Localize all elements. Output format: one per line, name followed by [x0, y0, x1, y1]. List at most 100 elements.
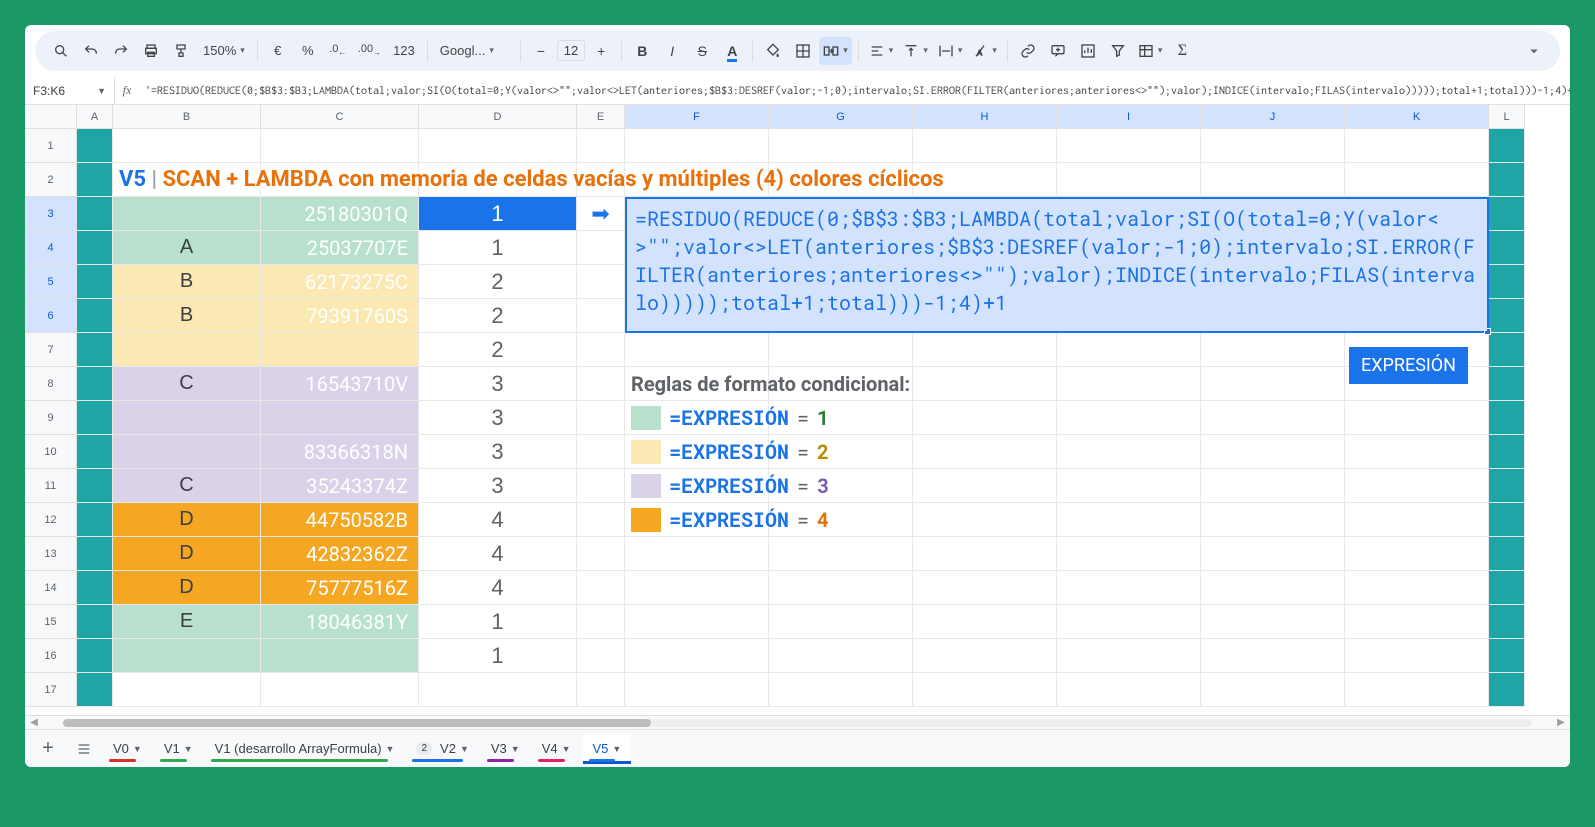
cell-G17[interactable]: [769, 673, 913, 707]
cell-A10[interactable]: [77, 435, 113, 469]
cell-C12[interactable]: 44750582B: [261, 503, 419, 537]
cell-L16[interactable]: [1489, 639, 1525, 673]
cell-G12[interactable]: [769, 503, 913, 537]
cell-L7[interactable]: [1489, 333, 1525, 367]
cell-L11[interactable]: [1489, 469, 1525, 503]
cell-C7[interactable]: [261, 333, 419, 367]
cell-E9[interactable]: [577, 401, 625, 435]
column-header-K[interactable]: K: [1345, 105, 1489, 129]
cell-E10[interactable]: [577, 435, 625, 469]
cell-C10[interactable]: 83366318N: [261, 435, 419, 469]
scroll-left-icon[interactable]: ◀: [25, 717, 43, 728]
cell-H13[interactable]: [913, 537, 1057, 571]
cell-K11[interactable]: [1345, 469, 1489, 503]
cell-F15[interactable]: [625, 605, 769, 639]
cell-G9[interactable]: [769, 401, 913, 435]
cell-D5[interactable]: 2: [419, 265, 577, 299]
cell-J7[interactable]: [1201, 333, 1345, 367]
cell-F1[interactable]: [625, 129, 769, 163]
cell-K2[interactable]: [1345, 163, 1489, 197]
cell-H11[interactable]: [913, 469, 1057, 503]
decrease-decimal-button[interactable]: .0←: [324, 37, 352, 65]
scroll-right-icon[interactable]: ▶: [1552, 717, 1570, 728]
name-box[interactable]: F3:K6 ▼: [25, 77, 115, 104]
scroll-track[interactable]: [63, 719, 1532, 727]
cell-D1[interactable]: [419, 129, 577, 163]
cell-K15[interactable]: [1345, 605, 1489, 639]
link-icon[interactable]: [1014, 37, 1042, 65]
cell-E12[interactable]: [577, 503, 625, 537]
cell-A5[interactable]: [77, 265, 113, 299]
cell-L8[interactable]: [1489, 367, 1525, 401]
cell-L3[interactable]: [1489, 197, 1525, 231]
cell-J1[interactable]: [1201, 129, 1345, 163]
cell-D12[interactable]: 4: [419, 503, 577, 537]
cell-D8[interactable]: 3: [419, 367, 577, 401]
horizontal-scrollbar[interactable]: ◀ ▶: [25, 715, 1570, 729]
cell-E6[interactable]: [577, 299, 625, 333]
cell-L13[interactable]: [1489, 537, 1525, 571]
cell-K9[interactable]: [1345, 401, 1489, 435]
text-color-button[interactable]: A: [718, 37, 746, 65]
cell-J14[interactable]: [1201, 571, 1345, 605]
cell-C6[interactable]: 79391760S: [261, 299, 419, 333]
cell-C9[interactable]: [261, 401, 419, 435]
cell-A2[interactable]: [77, 163, 113, 197]
cell-B12[interactable]: D: [113, 503, 261, 537]
sheet-tab-V1-(desarrollo-ArrayFormula)[interactable]: V1 (desarrollo ArrayFormula) ▼: [205, 734, 405, 764]
cell-D4[interactable]: 1: [419, 231, 577, 265]
cell-G10[interactable]: [769, 435, 913, 469]
cell-H7[interactable]: [913, 333, 1057, 367]
cell-J13[interactable]: [1201, 537, 1345, 571]
cell-C5[interactable]: 62173275C: [261, 265, 419, 299]
table-view-icon[interactable]: [1134, 37, 1167, 65]
cell-B2[interactable]: V5 | SCAN + LAMBDA con memoria de celdas…: [113, 163, 261, 197]
cell-L10[interactable]: [1489, 435, 1525, 469]
cell-B5[interactable]: B: [113, 265, 261, 299]
cell-A4[interactable]: [77, 231, 113, 265]
cell-B10[interactable]: [113, 435, 261, 469]
currency-button[interactable]: €: [264, 37, 292, 65]
decrease-font-button[interactable]: −: [527, 37, 555, 65]
cell-A13[interactable]: [77, 537, 113, 571]
cell-K10[interactable]: [1345, 435, 1489, 469]
cell-B11[interactable]: C: [113, 469, 261, 503]
cell-B17[interactable]: [113, 673, 261, 707]
cell-C13[interactable]: 42832362Z: [261, 537, 419, 571]
cell-H16[interactable]: [913, 639, 1057, 673]
cell-A6[interactable]: [77, 299, 113, 333]
cell-I13[interactable]: [1057, 537, 1201, 571]
cell-B13[interactable]: D: [113, 537, 261, 571]
cell-I12[interactable]: [1057, 503, 1201, 537]
zoom-select[interactable]: 150%: [197, 37, 251, 65]
row-header-5[interactable]: 5: [25, 265, 77, 299]
cell-E15[interactable]: [577, 605, 625, 639]
cell-A3[interactable]: [77, 197, 113, 231]
cell-G13[interactable]: [769, 537, 913, 571]
cell-D11[interactable]: 3: [419, 469, 577, 503]
fill-color-button[interactable]: [759, 37, 787, 65]
wrap-button[interactable]: [934, 37, 967, 65]
cell-A14[interactable]: [77, 571, 113, 605]
print-icon[interactable]: [137, 37, 165, 65]
column-header-I[interactable]: I: [1057, 105, 1201, 129]
halign-button[interactable]: [865, 37, 898, 65]
cell-H9[interactable]: [913, 401, 1057, 435]
cell-L9[interactable]: [1489, 401, 1525, 435]
column-header-D[interactable]: D: [419, 105, 577, 129]
number-format-button[interactable]: 123: [387, 37, 421, 65]
cell-A7[interactable]: [77, 333, 113, 367]
cell-H8[interactable]: [913, 367, 1057, 401]
cell-E13[interactable]: [577, 537, 625, 571]
row-header-13[interactable]: 13: [25, 537, 77, 571]
cell-J9[interactable]: [1201, 401, 1345, 435]
cell-E8[interactable]: [577, 367, 625, 401]
row-header-9[interactable]: 9: [25, 401, 77, 435]
cell-J10[interactable]: [1201, 435, 1345, 469]
sheet-tab-V1[interactable]: V1 ▼: [154, 734, 203, 764]
cell-I15[interactable]: [1057, 605, 1201, 639]
cell-F17[interactable]: [625, 673, 769, 707]
cell-D14[interactable]: 4: [419, 571, 577, 605]
cell-I1[interactable]: [1057, 129, 1201, 163]
cell-E3[interactable]: ➡: [577, 197, 625, 231]
